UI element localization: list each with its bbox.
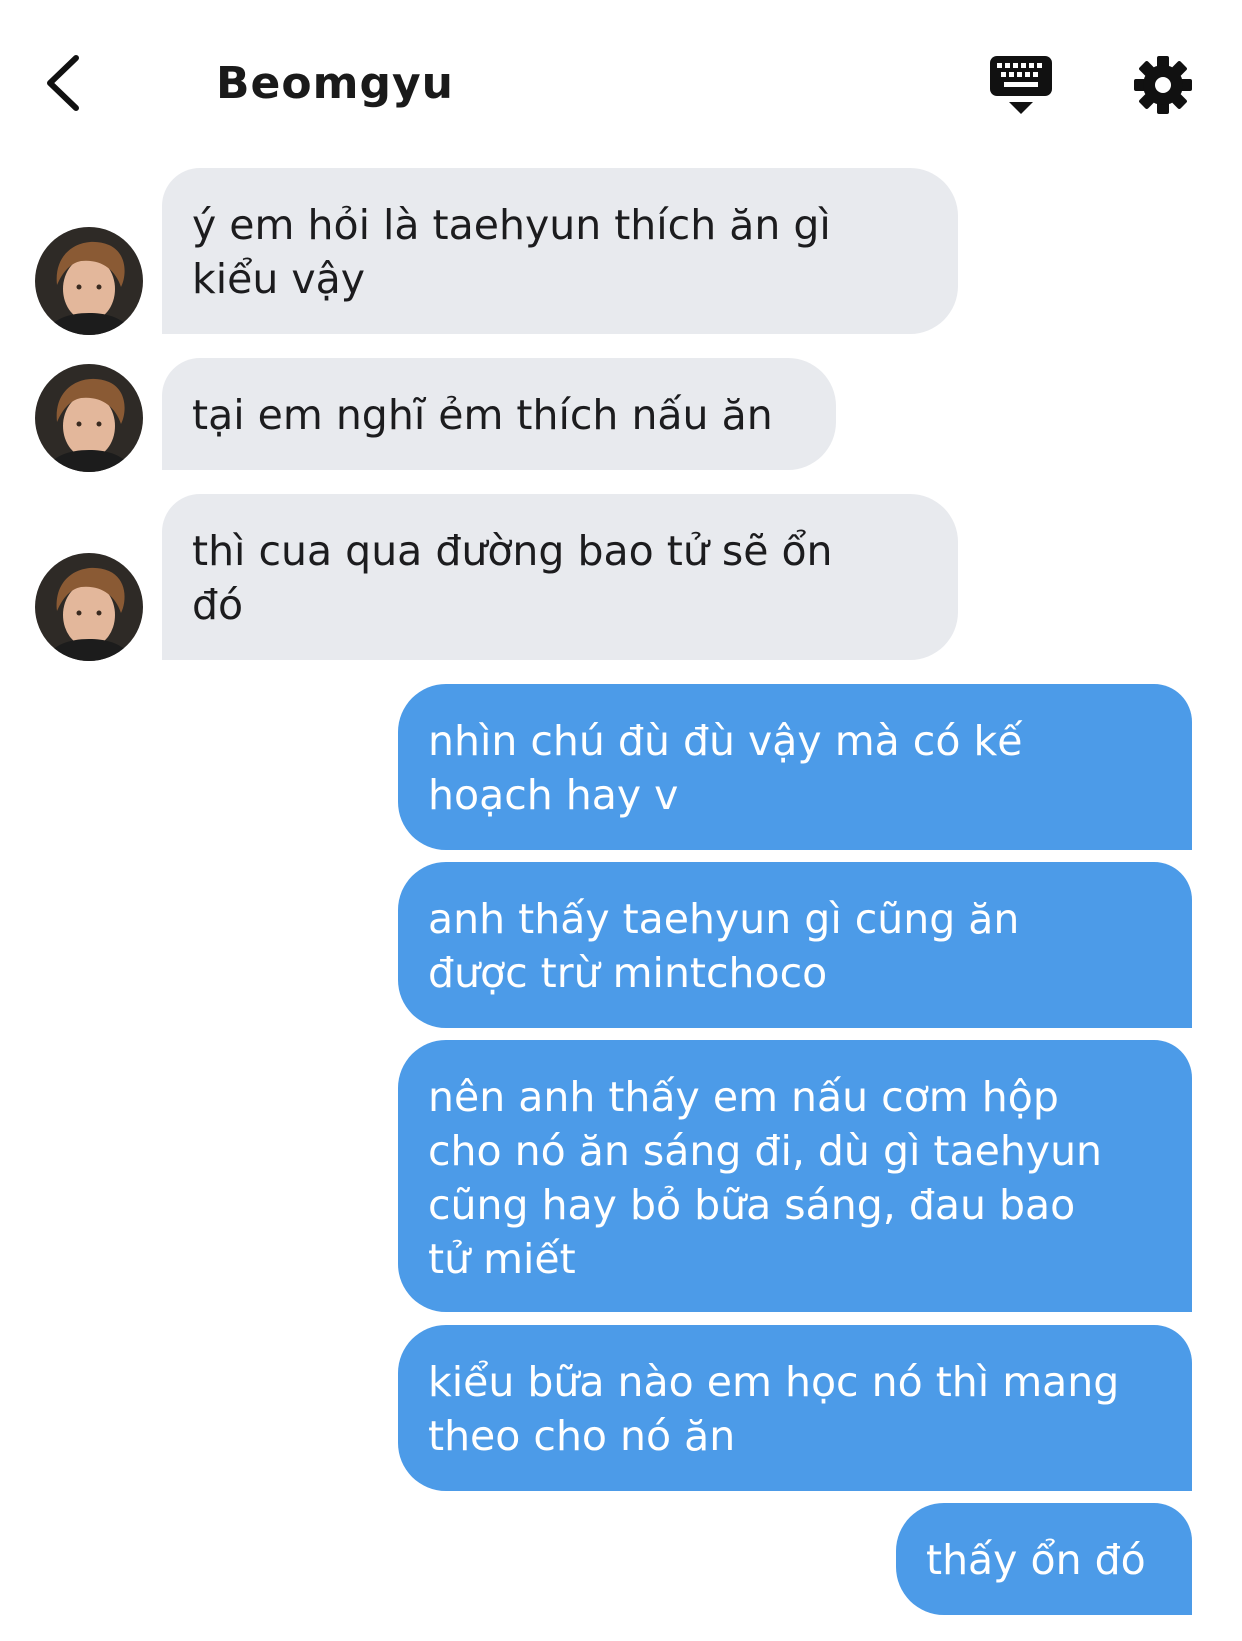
avatar[interactable] (35, 364, 143, 472)
avatar[interactable] (35, 227, 143, 335)
message-bubble-incoming[interactable]: thì cua qua đường bao tử sẽ ổn đó (162, 494, 958, 660)
message-bubble-incoming[interactable]: tại em nghĩ ẻm thích nấu ăn (162, 358, 836, 470)
message-bubble-outgoing[interactable]: nên anh thấy em nấu cơm hộp cho nó ăn sá… (398, 1040, 1192, 1312)
message-bubble-outgoing[interactable]: thấy ổn đó (896, 1503, 1192, 1615)
profile-photo-icon (35, 553, 143, 661)
message-bubble-outgoing[interactable]: kiểu bữa nào em học nó thì mang theo cho… (398, 1325, 1192, 1491)
profile-photo-icon (35, 364, 143, 472)
avatar[interactable] (35, 553, 143, 661)
message-bubble-incoming[interactable]: ý em hỏi là taehyun thích ăn gì kiểu vậy (162, 168, 958, 334)
message-bubble-outgoing[interactable]: anh thấy taehyun gì cũng ăn được trừ min… (398, 862, 1192, 1028)
profile-photo-icon (35, 227, 143, 335)
message-bubble-outgoing[interactable]: nhìn chú đù đù vậy mà có kế hoạch hay v (398, 684, 1192, 850)
message-list[interactable]: ý em hỏi là taehyun thích ăn gì kiểu vậy… (0, 0, 1242, 1641)
